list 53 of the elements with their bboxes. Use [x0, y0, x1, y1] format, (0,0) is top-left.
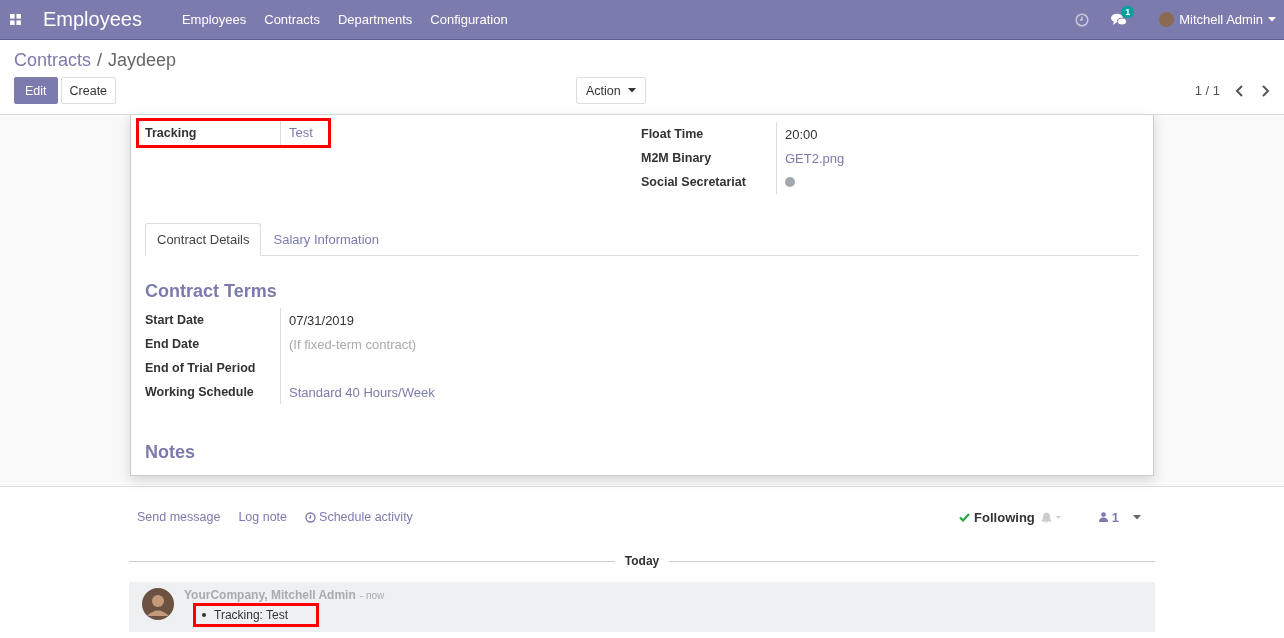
- notification-badge: 1: [1121, 5, 1135, 18]
- log-note-link[interactable]: Log note: [238, 510, 288, 524]
- menu-item[interactable]: Configuration: [430, 12, 508, 27]
- date-separator: Today: [624, 554, 660, 568]
- field-label: Tracking: [145, 126, 198, 140]
- edit-button[interactable]: Edit: [14, 77, 58, 104]
- send-message-link[interactable]: Send message: [137, 510, 221, 524]
- field-value: 20:00: [785, 126, 818, 142]
- field-label: Float Time: [641, 127, 705, 141]
- avatar-icon: [1159, 12, 1175, 27]
- field-label: Social Secretariat: [641, 175, 747, 189]
- field-value[interactable]: GET2.png: [785, 150, 845, 166]
- schedule-activity-link[interactable]: Schedule activity: [305, 510, 413, 524]
- caret-icon: [1268, 17, 1276, 22]
- section-title: Notes: [145, 442, 196, 463]
- person-icon: [1098, 512, 1108, 522]
- clock-icon[interactable]: [1075, 12, 1090, 27]
- tab[interactable]: Contract Details: [145, 223, 262, 256]
- field-label: Working Schedule: [145, 385, 255, 399]
- field-label: End Date: [145, 337, 201, 351]
- followers-button[interactable]: 1: [1098, 509, 1119, 525]
- page-title: Jaydeep: [108, 50, 177, 71]
- previous-icon[interactable]: [1235, 84, 1245, 97]
- field-value[interactable]: Standard 40 Hours/Week: [289, 384, 435, 400]
- app-title: Employees: [43, 8, 142, 31]
- check-icon: [959, 512, 971, 522]
- caret-icon: [627, 88, 636, 93]
- menu-item[interactable]: Departments: [337, 12, 413, 27]
- create-button[interactable]: Create: [60, 77, 117, 104]
- date-input[interactable]: (If fixed-term contract): [289, 336, 417, 352]
- pager-counter: 1 / 1: [1194, 83, 1220, 98]
- field-value[interactable]: Test: [280, 121, 313, 145]
- avatar-icon: [142, 588, 174, 620]
- field-value: 07/31/2019: [289, 312, 355, 328]
- action-dropdown[interactable]: Action: [576, 77, 646, 104]
- message-time: - now: [359, 590, 385, 601]
- status-dot[interactable]: [785, 177, 795, 187]
- breadcrumb-link[interactable]: Contracts: [14, 50, 92, 71]
- user-menu[interactable]: Mitchell Admin: [1159, 12, 1276, 27]
- tab[interactable]: Salary Information: [261, 223, 391, 256]
- field-label: M2M Binary: [641, 151, 713, 165]
- next-icon[interactable]: [1260, 84, 1270, 97]
- section-title: Contract Terms: [145, 281, 278, 302]
- breadcrumb-separator: /: [97, 50, 103, 71]
- clock-icon: [305, 511, 317, 523]
- field-label: End of Trial Period: [145, 361, 257, 375]
- field-label: Start Date: [145, 313, 206, 327]
- menu-item[interactable]: Employees: [181, 12, 247, 27]
- caret-icon[interactable]: [1133, 514, 1141, 520]
- tracking-value: Tracking: Test: [214, 608, 289, 622]
- menu-item[interactable]: Contracts: [264, 12, 320, 27]
- apps-grid-icon[interactable]: [10, 14, 21, 25]
- following-button[interactable]: Following: [959, 509, 1035, 525]
